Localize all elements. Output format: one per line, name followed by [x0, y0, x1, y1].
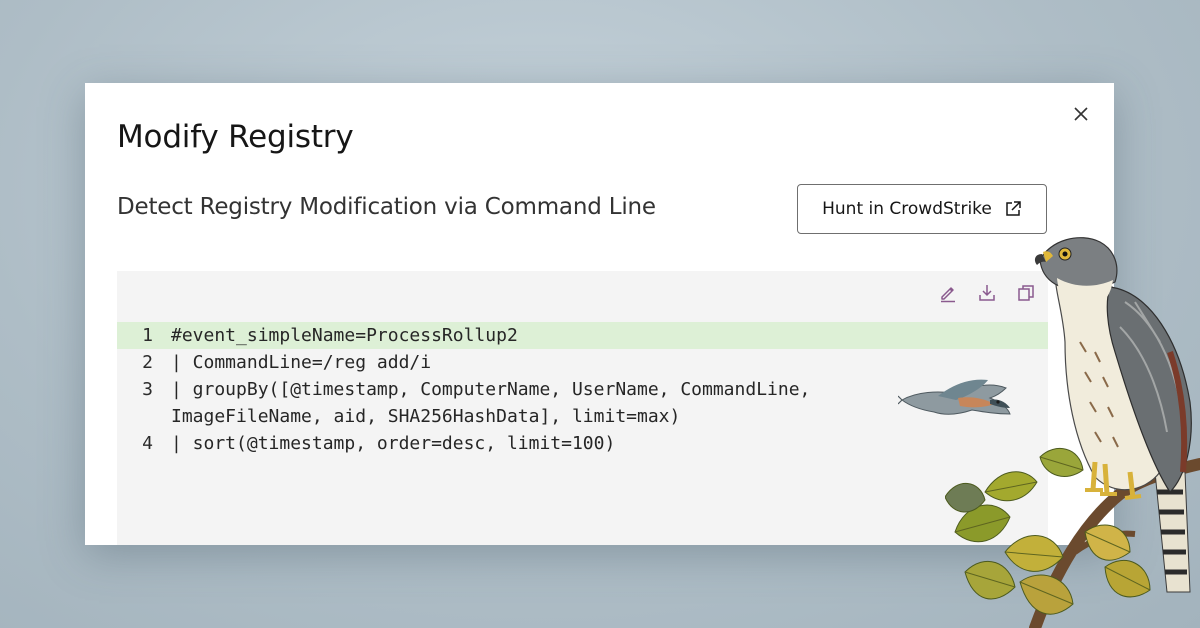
edit-icon[interactable] [938, 283, 958, 303]
close-icon[interactable] [1070, 103, 1092, 125]
code-line: 4 | sort(@timestamp, order=desc, limit=1… [117, 430, 1048, 457]
line-number: 4 [142, 433, 153, 454]
line-number: 3 [142, 379, 153, 400]
code-line: 2 | CommandLine=/reg add/i [117, 349, 1048, 376]
code-block: 1 #event_simpleName=ProcessRollup2 2 | C… [117, 322, 1048, 457]
code-toolbar [938, 283, 1036, 303]
line-content: | sort(@timestamp, order=desc, limit=100… [171, 433, 616, 454]
modal-title: Modify Registry [117, 119, 354, 155]
code-line: 3 | groupBy([@timestamp, ComputerName, U… [117, 376, 1048, 430]
code-snippet-panel: 1 #event_simpleName=ProcessRollup2 2 | C… [117, 271, 1048, 545]
line-number: 1 [142, 325, 153, 346]
hunt-button-label: Hunt in CrowdStrike [822, 199, 992, 219]
modal-dialog: Modify Registry Detect Registry Modifica… [85, 83, 1114, 545]
hunt-in-crowdstrike-button[interactable]: Hunt in CrowdStrike [797, 184, 1047, 234]
external-link-icon [1006, 201, 1021, 216]
line-content: | groupBy([@timestamp, ComputerName, Use… [171, 379, 822, 427]
line-content: #event_simpleName=ProcessRollup2 [171, 325, 518, 346]
copy-icon[interactable] [1016, 283, 1036, 303]
modal-subtitle: Detect Registry Modification via Command… [117, 194, 656, 220]
line-content: | CommandLine=/reg add/i [171, 352, 432, 373]
line-number: 2 [142, 352, 153, 373]
code-line: 1 #event_simpleName=ProcessRollup2 [117, 322, 1048, 349]
download-icon[interactable] [977, 283, 997, 303]
